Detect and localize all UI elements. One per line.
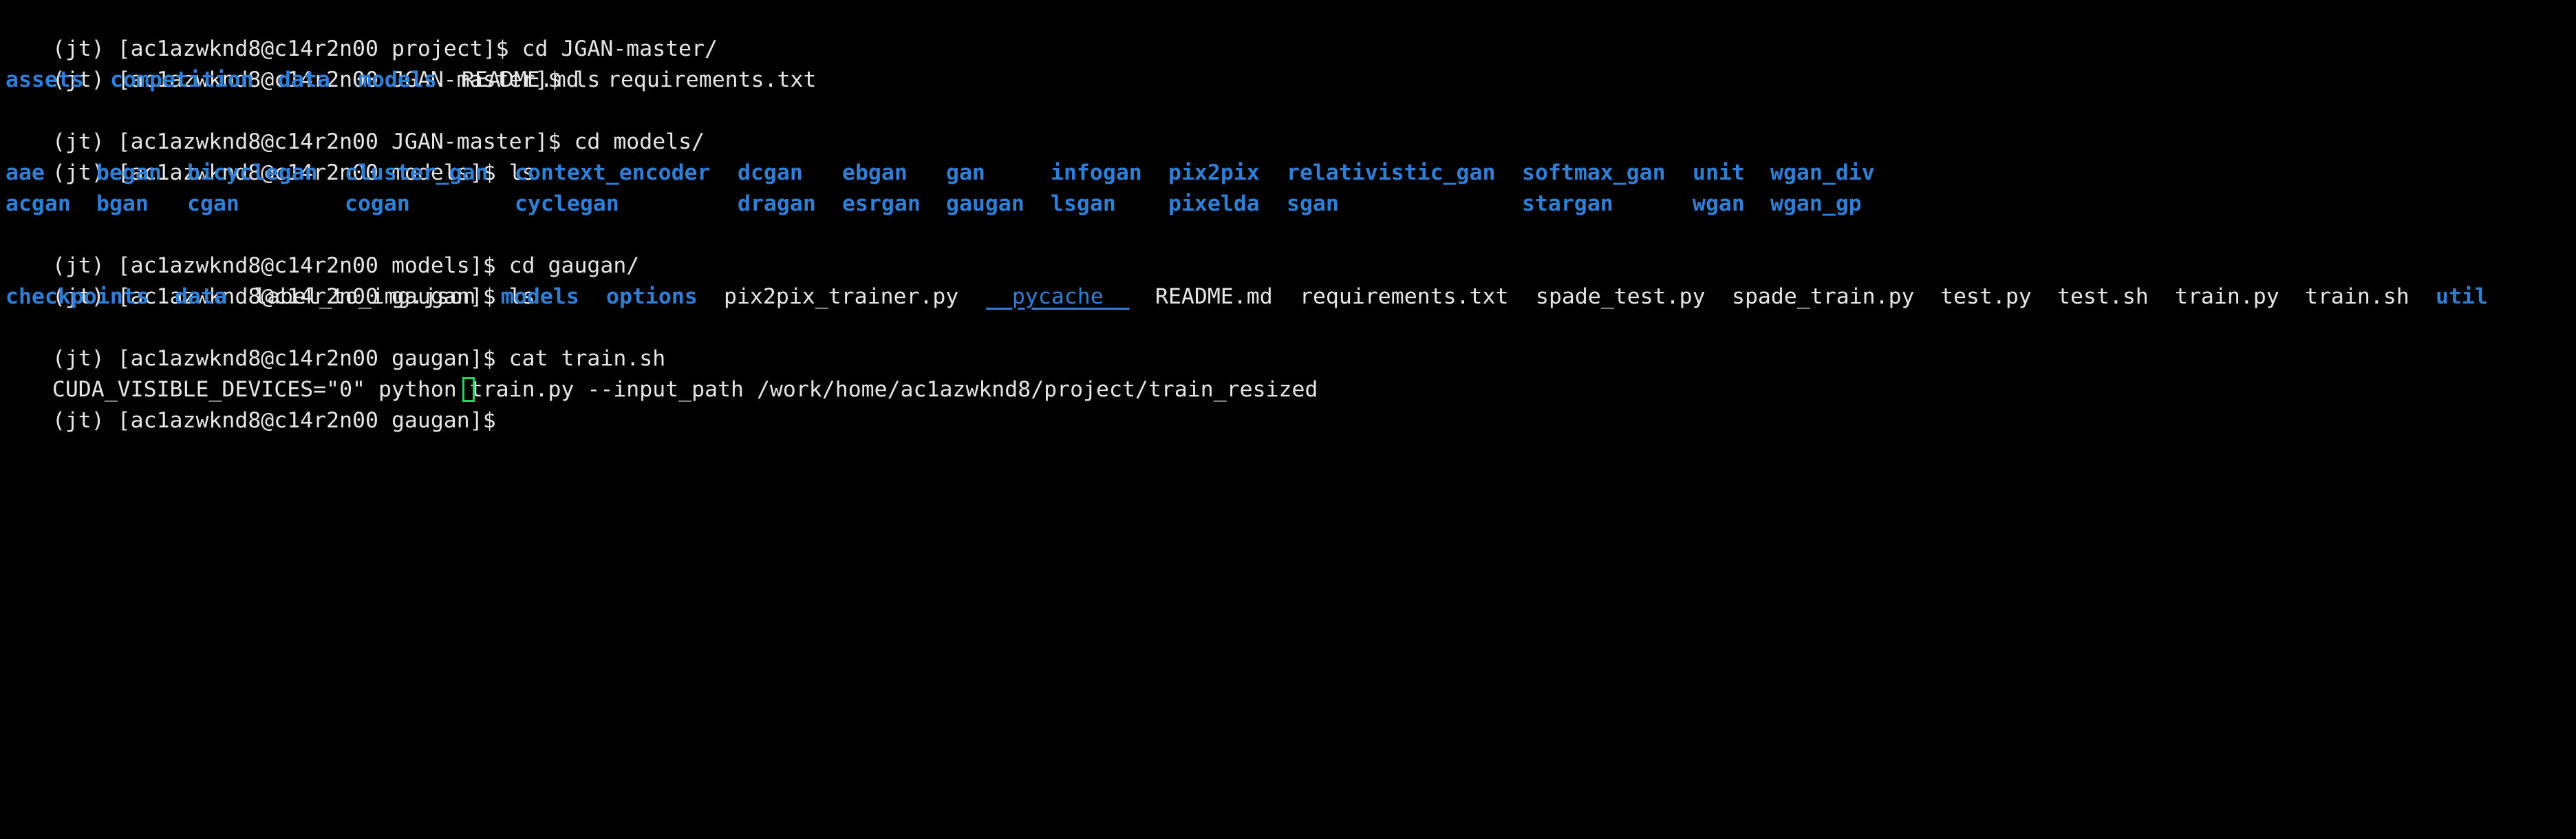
dir-entry: cluster_gan <box>345 160 489 185</box>
dir-entry: wgan <box>1693 191 1745 216</box>
dir-entry: unit <box>1693 160 1745 185</box>
dir-entry: assets <box>6 67 84 92</box>
dir-entry: sgan <box>1287 191 1339 216</box>
dir-entry: ebgan <box>842 160 908 185</box>
dir-entry: esrgan <box>842 191 921 216</box>
dir-entry: data <box>175 284 227 309</box>
prompt-line: (jt) [ac1azwknd8@c14r2n00 gaugan]$ cat t… <box>0 312 2576 371</box>
file-entry: README.md <box>1155 284 1273 309</box>
file-entry: label_to_img.json <box>254 284 476 309</box>
dir-entry: aae <box>6 160 45 185</box>
dir-entry: stargan <box>1522 191 1613 216</box>
ls-output-line: assets competition data models README.md… <box>0 65 2576 96</box>
dir-entry: softmax_gan <box>1522 160 1666 185</box>
dir-entry: cyclegan <box>515 191 619 216</box>
cat-output-line: CUDA_VISIBLE_DEVICES="0" python train.py… <box>0 343 2576 402</box>
active-prompt-line[interactable]: (jt) [ac1azwknd8@c14r2n00 gaugan]$ <box>0 374 2576 433</box>
prompt-line: (jt) [ac1azwknd8@c14r2n00 gaugan]$ ls <box>0 251 2576 309</box>
ls-output-line: aae began bicyclegan cluster_gan context… <box>0 158 2576 189</box>
dir-entry: bgan <box>96 191 149 216</box>
prompt-text: (jt) [ac1azwknd8@c14r2n00 gaugan]$ <box>52 408 509 433</box>
ls-output-line: checkpoints data label_to_img.json model… <box>0 282 2576 312</box>
dir-entry: cgan <box>187 191 239 216</box>
dir-entry: acgan <box>6 191 71 216</box>
terminal-window[interactable]: (jt) [ac1azwknd8@c14r2n00 project]$ cd J… <box>0 0 2576 433</box>
dir-entry: dcgan <box>738 160 803 185</box>
prompt-line: (jt) [ac1azwknd8@c14r2n00 JGAN-master]$ … <box>0 96 2576 154</box>
block-cursor-icon[interactable] <box>462 377 475 402</box>
dir-entry: util <box>2436 284 2488 309</box>
dir-entry: wgan_div <box>1770 160 1875 185</box>
file-entry: train.sh <box>2305 284 2409 309</box>
dir-entry: data <box>278 67 330 92</box>
ls-output-line: acgan bgan cgan cogan cyclegan dragan es… <box>0 189 2576 220</box>
dir-entry: pixelda <box>1168 191 1260 216</box>
dir-entry: cogan <box>345 191 410 216</box>
dir-entry: gaugan <box>946 191 1024 216</box>
dir-entry: models <box>358 67 437 92</box>
prompt-line: (jt) [ac1azwknd8@c14r2n00 models]$ ls <box>0 127 2576 185</box>
dir-entry: lsgan <box>1051 191 1116 216</box>
dir-entry: __pycache__ <box>986 284 1130 309</box>
dir-entry: bicyclegan <box>187 160 318 185</box>
dir-entry: wgan_gp <box>1770 191 1862 216</box>
dir-entry: context_encoder <box>515 160 711 185</box>
file-entry: requirements.txt <box>608 67 817 92</box>
dir-entry: options <box>606 284 698 309</box>
dir-entry: competition <box>110 67 254 92</box>
file-entry: test.sh <box>2057 284 2149 309</box>
dir-entry: infogan <box>1051 160 1142 185</box>
dir-entry: relativistic_gan <box>1287 160 1496 185</box>
prompt-line: (jt) [ac1azwknd8@c14r2n00 JGAN-master]$ … <box>0 34 2576 92</box>
dir-entry: began <box>96 160 162 185</box>
file-entry: spade_test.py <box>1536 284 1706 309</box>
prompt-line: (jt) [ac1azwknd8@c14r2n00 project]$ cd J… <box>0 3 2576 61</box>
file-entry: train.py <box>2175 284 2279 309</box>
dir-entry: models <box>501 284 579 309</box>
prompt-line: (jt) [ac1azwknd8@c14r2n00 models]$ cd ga… <box>0 220 2576 278</box>
dir-entry: dragan <box>738 191 816 216</box>
file-entry: test.py <box>1940 284 2032 309</box>
file-entry: spade_train.py <box>1732 284 1915 309</box>
dir-entry: pix2pix <box>1168 160 1260 185</box>
file-entry: pix2pix_trainer.py <box>724 284 959 309</box>
dir-entry: gan <box>946 160 985 185</box>
file-entry: README.md <box>462 67 579 92</box>
file-entry: requirements.txt <box>1300 284 1509 309</box>
dir-entry: checkpoints <box>6 284 149 309</box>
